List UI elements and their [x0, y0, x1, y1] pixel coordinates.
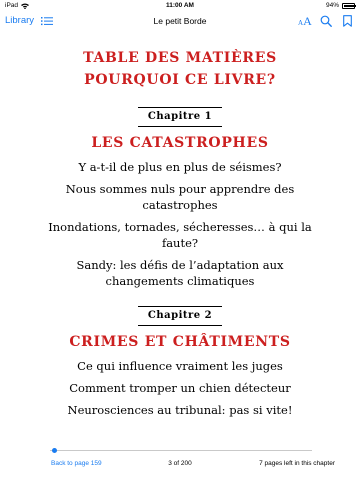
page-scrubber[interactable] — [50, 448, 312, 453]
toc-entry-link[interactable]: Neurosciences au tribunal: pas si vite! — [40, 402, 320, 418]
chapter-label: Chapitre 2 — [137, 306, 223, 326]
preface-link[interactable]: POURQUOI CE LIVRE? — [40, 70, 320, 90]
status-right: 94% — [325, 0, 356, 11]
toc-entry-link[interactable]: Inondations, tornades, sécheresses… à qu… — [40, 219, 320, 251]
scrubber-handle[interactable] — [51, 448, 57, 453]
font-big-glyph: A — [303, 14, 312, 28]
reader-toolbar: Library Le petit Borde AA — [0, 12, 360, 30]
bottom-bar: Back to page 159 3 of 200 7 pages left i… — [0, 457, 360, 471]
chapter-label: Chapitre 1 — [137, 107, 223, 127]
status-time: 11:00 AM — [166, 2, 194, 9]
chapter-title-link[interactable]: LES CATASTROPHES — [40, 133, 320, 153]
toc-content: TABLE DES MATIÈRES POURQUOI CE LIVRE? Ch… — [40, 48, 320, 418]
toc-entry-link[interactable]: Ce qui influence vraiment les juges — [40, 358, 320, 374]
search-icon[interactable] — [320, 15, 332, 27]
toc-entry-link[interactable]: Y a-t-il de plus en plus de séismes? — [40, 159, 320, 175]
battery-icon — [342, 2, 356, 9]
bookmark-icon[interactable] — [343, 15, 352, 27]
toc-entry-link[interactable]: Sandy: les défis de l’adaptation aux cha… — [40, 257, 320, 289]
chapter-1: Chapitre 1 LES CATASTROPHES Y a-t-il de … — [40, 104, 320, 289]
pages-left-label: 7 pages left in this chapter — [259, 460, 335, 467]
battery-percent: 94% — [325, 2, 339, 9]
chapter-title-link[interactable]: CRIMES ET CHÂTIMENTS — [40, 332, 320, 352]
toc-entry-link[interactable]: Nous sommes nuls pour apprendre des cata… — [40, 181, 320, 213]
chapter-2: Chapitre 2 CRIMES ET CHÂTIMENTS Ce qui i… — [40, 303, 320, 418]
toc-entry-link[interactable]: Comment tromper un chien détecteur — [40, 380, 320, 396]
font-size-icon[interactable]: AA — [298, 14, 312, 30]
status-bar: iPad 11:00 AM 94% — [0, 0, 360, 11]
toc-title-link[interactable]: TABLE DES MATIÈRES — [40, 48, 320, 68]
